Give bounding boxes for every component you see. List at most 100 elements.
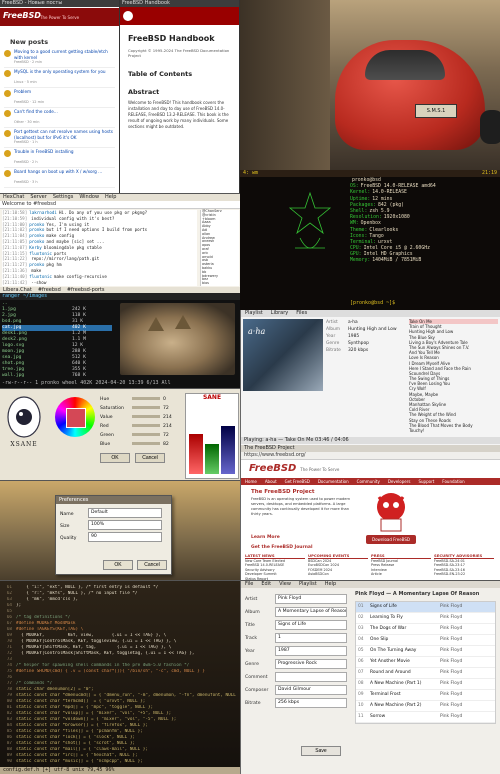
- tag-input[interactable]: Progressive Rock: [275, 658, 347, 669]
- slider-track[interactable]: [132, 397, 160, 400]
- playlist-item[interactable]: Touchy!: [409, 428, 498, 433]
- post-item[interactable]: Port gettext can not resolve names using…: [4, 128, 115, 148]
- slider-track[interactable]: [132, 415, 160, 418]
- slider-track[interactable]: [132, 442, 160, 445]
- browser-tab[interactable]: FreeBSD Handbook: [120, 0, 170, 6]
- menu-item[interactable]: File: [245, 581, 253, 587]
- player-tab[interactable]: Library: [271, 310, 288, 316]
- nav-link[interactable]: Community: [357, 479, 380, 484]
- tag-input[interactable]: [275, 671, 347, 682]
- player-tab[interactable]: Playlist: [245, 310, 263, 316]
- nav-link[interactable]: Developers: [388, 479, 411, 484]
- nick[interactable]: fluxtonic: [29, 274, 52, 279]
- post-title[interactable]: MySQL is the only operating system for y…: [14, 69, 115, 75]
- track-row[interactable]: 07 Round and Around Pink Floyd: [356, 668, 495, 679]
- site-logo[interactable]: FreeBSD: [3, 11, 41, 20]
- track-row[interactable]: 09 Terminal Frost Pink Floyd: [356, 690, 495, 701]
- download-button[interactable]: Download FreeBSD: [366, 535, 416, 544]
- slider-row[interactable]: Hue 0: [100, 395, 180, 404]
- nick[interactable]: pronko: [29, 233, 44, 238]
- post-title[interactable]: Trouble in FreeBSD installing: [14, 149, 115, 155]
- prompt[interactable]: [pronko@bsd ~]$: [350, 300, 395, 306]
- slider-track[interactable]: [132, 424, 160, 427]
- nick[interactable]: pronko: [29, 227, 44, 232]
- slider-track[interactable]: [132, 433, 160, 436]
- dialog-cancel-button[interactable]: Cancel: [137, 560, 167, 570]
- slider-row[interactable]: Green 72: [100, 431, 180, 440]
- news-link[interactable]: AsiaBSDCon: [308, 572, 368, 576]
- track-row[interactable]: 02 Learning To Fly Pink Floyd: [356, 613, 495, 624]
- track-row[interactable]: 08 A New Machine (Part 1) Pink Floyd: [356, 679, 495, 690]
- nav-link[interactable]: Home: [245, 479, 257, 484]
- track-row[interactable]: 01 Signs of Life Pink Floyd: [356, 602, 495, 613]
- slider-track[interactable]: [132, 406, 160, 409]
- file-row[interactable]: wall.jpg 768 K: [2, 373, 112, 379]
- field-input[interactable]: Default: [88, 508, 162, 518]
- news-link[interactable]: Article: [371, 572, 431, 576]
- track-row[interactable]: 06 Yet Another Movie Pink Floyd: [356, 657, 495, 668]
- user-list-item[interactable]: bios: [201, 281, 239, 286]
- post-title[interactable]: Problem: [14, 89, 115, 95]
- track-row[interactable]: 05 On The Turning Away Pink Floyd: [356, 646, 495, 657]
- slider-row[interactable]: Saturation 72: [100, 404, 180, 413]
- tag-input[interactable]: Pink Floyd: [275, 593, 347, 604]
- tag-input[interactable]: 256 kbps: [275, 697, 347, 708]
- code-buffer[interactable]: 61 { "i:", "ext", NULL }, /* first entry…: [2, 585, 238, 765]
- track-row[interactable]: 03 The Dogs of War Pink Floyd: [356, 624, 495, 635]
- nick[interactable]: pronko: [29, 239, 44, 244]
- slider-row[interactable]: Value 214: [100, 413, 180, 422]
- post-title[interactable]: Port gettext can not resolve names using…: [14, 129, 115, 140]
- track-row[interactable]: 10 A New Machine (Part 2) Pink Floyd: [356, 701, 495, 712]
- menu-item[interactable]: Playlist: [299, 581, 317, 587]
- menu-item[interactable]: Help: [105, 194, 116, 200]
- address-input[interactable]: https://www.freebsd.org/: [241, 452, 306, 458]
- post-title[interactable]: Board hangs on boot up with X / w/xorg .…: [14, 169, 115, 175]
- tag-input[interactable]: A Momentary Lapse of Reason: [275, 606, 347, 617]
- menu-item[interactable]: Server: [30, 194, 46, 200]
- nick[interactable]: lakrnarhodi: [29, 210, 57, 215]
- post-item[interactable]: Can't find the code... Other · 30 min: [4, 108, 115, 128]
- nav-link[interactable]: Documentation: [318, 479, 349, 484]
- journal-link[interactable]: Get the FreeBSD Journal: [251, 545, 313, 550]
- post-item[interactable]: MySQL is the only operating system for y…: [4, 68, 115, 88]
- slider-row[interactable]: Blue 82: [100, 440, 180, 449]
- news-link[interactable]: FreeBSD-EN-23:22: [434, 572, 494, 576]
- menu-item[interactable]: Help: [325, 581, 336, 587]
- post-title[interactable]: Moving to a good current getting stable/…: [14, 49, 115, 60]
- ok-button[interactable]: OK: [100, 453, 130, 463]
- browser-tab[interactable]: The FreeBSD Project: [241, 445, 295, 451]
- learn-more-link[interactable]: Learn More: [251, 535, 280, 540]
- post-item[interactable]: Trouble in FreeBSD installing FreeBSD · 2…: [4, 148, 115, 168]
- cancel-button[interactable]: Cancel: [135, 453, 165, 463]
- nick[interactable]: pronko: [29, 262, 44, 267]
- post-item[interactable]: Board hangs on boot up with X / w/xorg .…: [4, 168, 115, 188]
- nick[interactable]: fluxtonic: [29, 251, 52, 256]
- nick[interactable]: Kerby: [29, 245, 42, 250]
- tag-input[interactable]: David Gilmour: [275, 684, 347, 695]
- field-input[interactable]: 100%: [88, 520, 162, 530]
- field-input[interactable]: 90: [88, 532, 162, 542]
- track-row[interactable]: 11 Sorrow Pink Floyd: [356, 712, 495, 723]
- tag-input[interactable]: 1: [275, 632, 347, 643]
- post-title[interactable]: Can't find the code...: [14, 109, 115, 115]
- track-row[interactable]: 04 One Slip Pink Floyd: [356, 635, 495, 646]
- nav-link[interactable]: About: [265, 479, 277, 484]
- nav-link[interactable]: Support: [418, 479, 434, 484]
- menu-item[interactable]: View: [279, 581, 291, 587]
- save-button[interactable]: Save: [301, 746, 341, 756]
- color-wheel[interactable]: [55, 397, 95, 437]
- slider-row[interactable]: Red 214: [100, 422, 180, 431]
- nav-link[interactable]: Foundation: [442, 479, 464, 484]
- post-item[interactable]: Problem FreeBSD · 12 min: [4, 88, 115, 108]
- freebsd-logo-icon[interactable]: [123, 11, 133, 21]
- menu-item[interactable]: Window: [79, 194, 99, 200]
- post-item[interactable]: Moving to a good current getting stable/…: [4, 48, 115, 68]
- channel-topic[interactable]: Welcome to #freebsd: [0, 201, 56, 207]
- browser-tab[interactable]: FreeBSD - Новые посты: [0, 0, 62, 6]
- site-logo[interactable]: FreeBSD The Power To Serve: [249, 463, 339, 474]
- nick[interactable]: pronko: [29, 222, 44, 227]
- nav-link[interactable]: Get FreeBSD: [285, 479, 310, 484]
- tag-input[interactable]: Signs of Life: [275, 619, 347, 630]
- tag-input[interactable]: 1987: [275, 645, 347, 656]
- player-tab[interactable]: Files: [296, 310, 307, 316]
